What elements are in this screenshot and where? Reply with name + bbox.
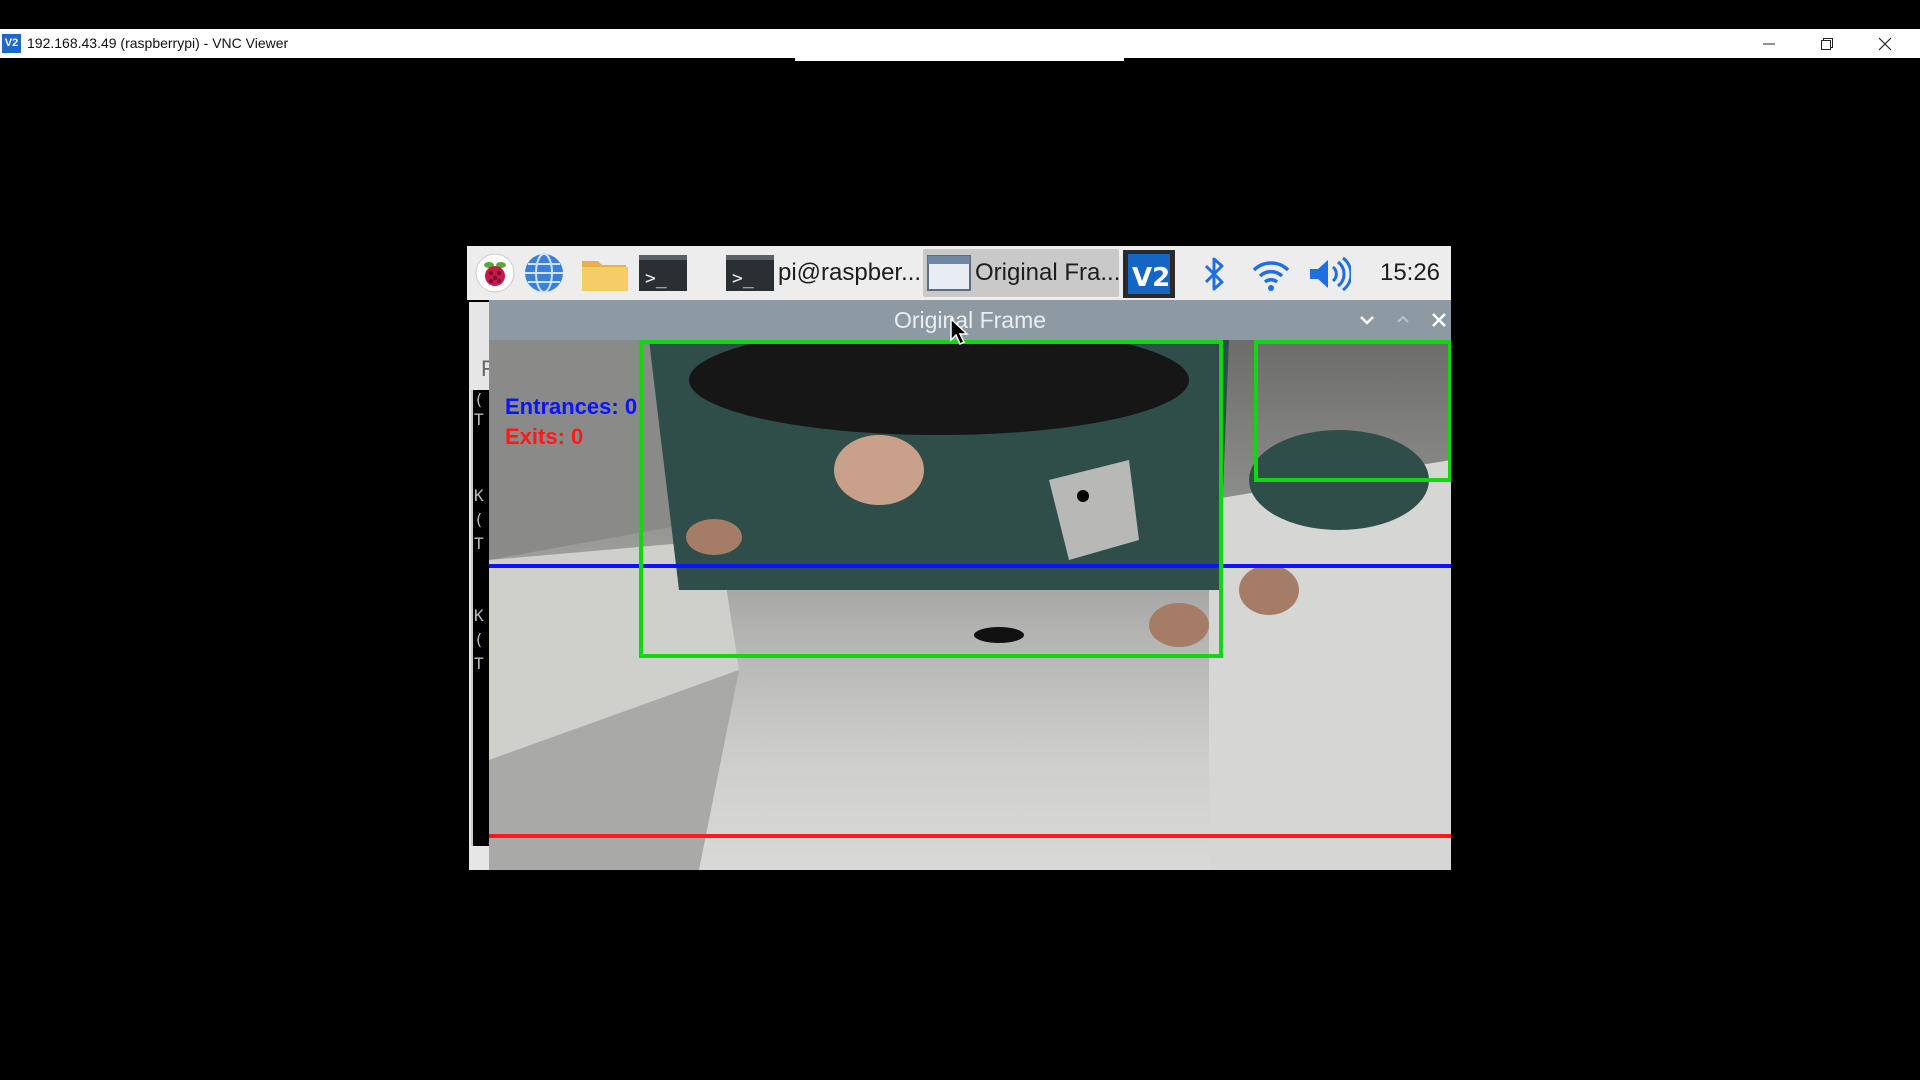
terminal-launch-button[interactable]: >_	[639, 253, 687, 293]
terminal-char: T	[474, 534, 484, 553]
frame-maximize-button[interactable]	[1391, 308, 1415, 332]
chevron-down-icon	[1360, 316, 1374, 325]
volume-button[interactable]	[1307, 254, 1353, 294]
terminal-char: K	[474, 486, 484, 505]
terminal-output: ( T K ( T K ( T	[471, 390, 489, 846]
web-browser-button[interactable]	[524, 253, 564, 293]
clock[interactable]: 15:26	[1369, 246, 1451, 300]
close-button[interactable]	[1856, 29, 1914, 58]
frame-close-button[interactable]	[1427, 308, 1451, 332]
window-title: 192.168.43.49 (raspberrypi) - VNC Viewer	[27, 35, 289, 51]
frame-titlebar[interactable]: Original Frame	[489, 300, 1451, 340]
exits-counter: Exits: 0	[505, 424, 584, 449]
terminal-char: (	[474, 630, 484, 649]
speaker-icon	[1310, 256, 1353, 292]
wifi-button[interactable]	[1251, 254, 1291, 294]
raspberry-icon	[475, 253, 515, 293]
folder-icon	[582, 261, 628, 291]
taskbar-item-original-frame[interactable]: Original Fra...	[923, 249, 1121, 297]
svg-text:V2: V2	[1132, 263, 1170, 293]
vnc-titlebar: V2 192.168.43.49 (raspberrypi) - VNC Vie…	[0, 29, 1920, 58]
vnc-logo-icon: V2	[2, 34, 21, 53]
terminal-char: T	[474, 654, 484, 673]
wifi-icon	[1252, 261, 1290, 291]
original-frame-window[interactable]: Original Frame Entrances: 0 Exits: 0	[489, 300, 1451, 870]
chevron-up-icon	[1397, 315, 1409, 323]
lxpanel-taskbar: >_ >_ pi@raspber... Original Fra... V2 1…	[467, 246, 1451, 300]
terminal-char: K	[474, 606, 484, 625]
minimize-icon	[1763, 43, 1775, 45]
camera-video-frame: Entrances: 0 Exits: 0	[489, 340, 1451, 870]
terminal-char: (	[474, 510, 484, 529]
taskbar-item-terminal[interactable]: >_ pi@raspber...	[726, 249, 922, 297]
window-icon	[927, 255, 971, 291]
terminal-char: T	[474, 410, 484, 429]
terminal-icon: >_	[726, 255, 774, 291]
raspberry-menu-button[interactable]	[475, 253, 515, 293]
minimize-button[interactable]	[1740, 29, 1798, 58]
file-manager-button[interactable]	[580, 253, 628, 293]
taskbar-item-label: pi@raspber...	[778, 259, 922, 286]
vnc-server-tray-button[interactable]: V2	[1123, 250, 1175, 298]
svg-text:>_: >_	[645, 268, 667, 289]
terminal-icon: >_	[639, 255, 687, 291]
terminal-char: (	[474, 390, 484, 409]
close-icon	[1432, 313, 1446, 327]
bluetooth-button[interactable]	[1199, 254, 1229, 294]
restore-button[interactable]	[1798, 29, 1856, 58]
restore-icon	[1821, 38, 1833, 50]
svg-text:>_: >_	[732, 268, 754, 289]
vnc-icon: V2	[1128, 254, 1170, 294]
close-icon	[1878, 37, 1892, 51]
bluetooth-icon	[1204, 257, 1224, 291]
entrances-counter: Entrances: 0	[505, 394, 638, 419]
mouse-cursor-icon	[950, 318, 969, 346]
globe-icon	[525, 253, 563, 293]
frame-minimize-button[interactable]	[1355, 308, 1379, 332]
remote-screen-edge	[795, 58, 1124, 61]
taskbar-item-label: Original Fra...	[975, 259, 1121, 286]
frame-window-title: Original Frame	[893, 307, 1047, 333]
remote-desktop[interactable]: >_ >_ pi@raspber... Original Fra... V2 1…	[467, 246, 1451, 870]
